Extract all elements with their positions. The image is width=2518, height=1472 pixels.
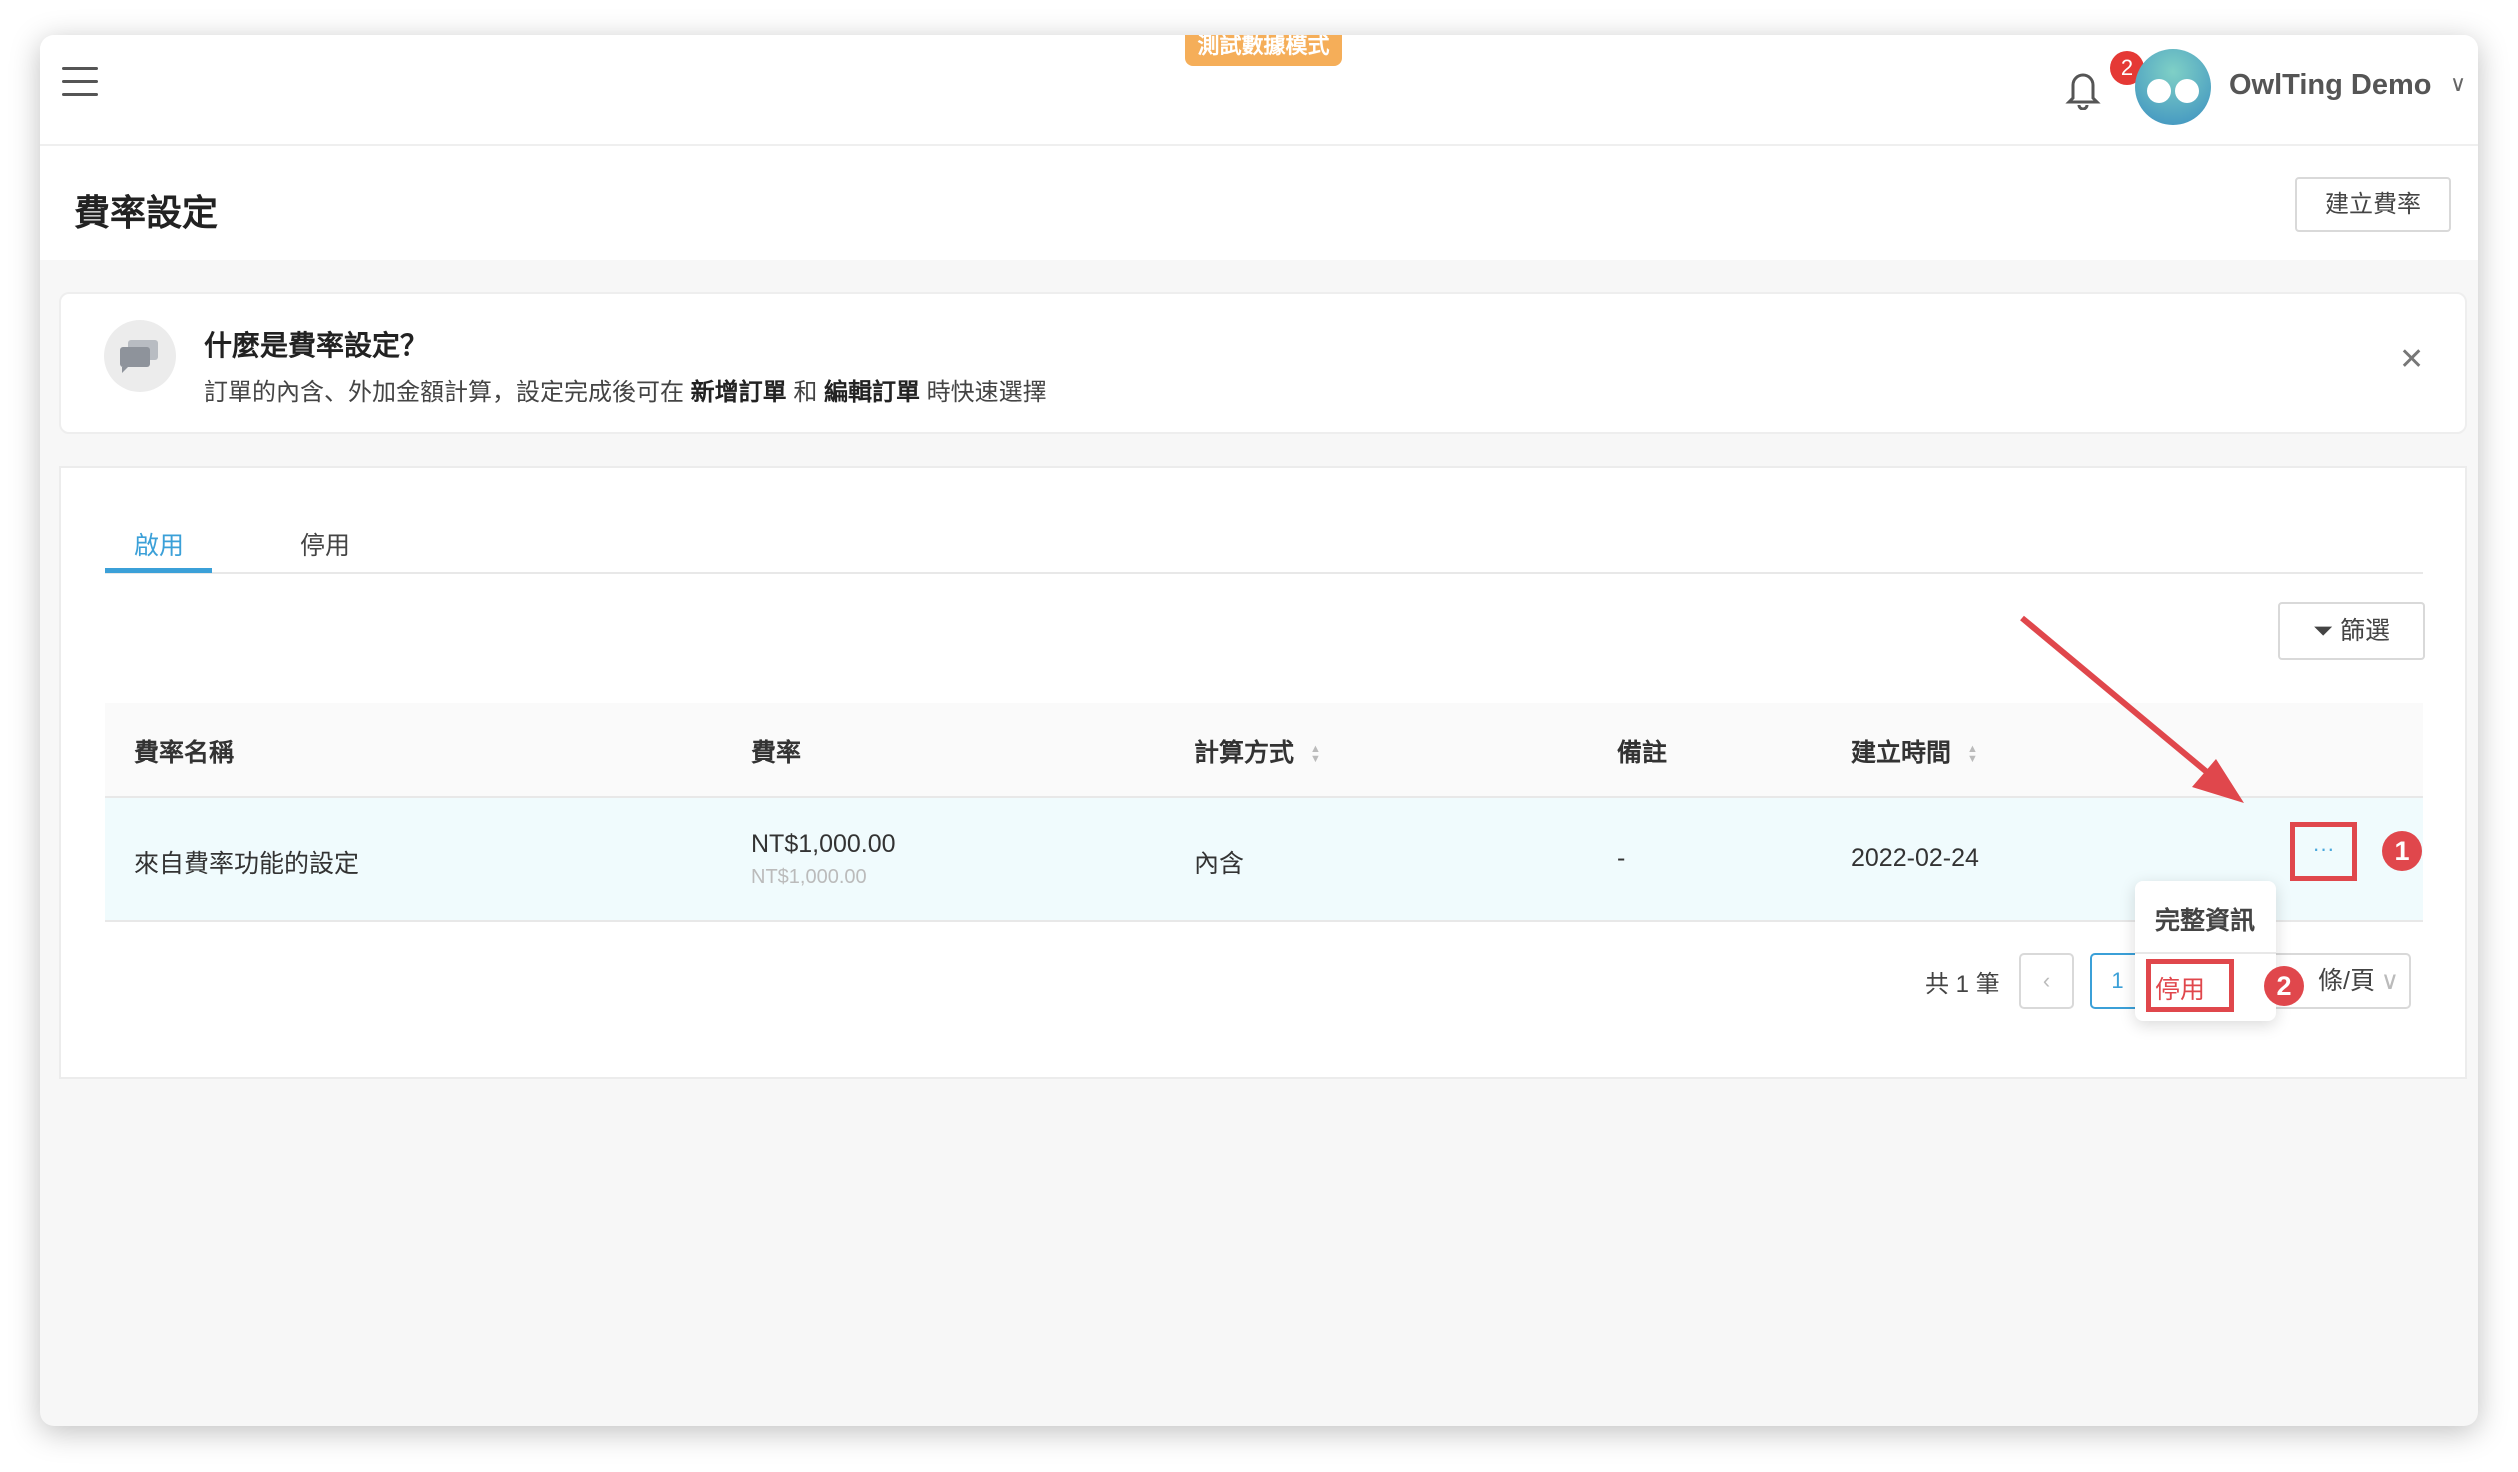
rates-card: 啟用 停用 ⏷ 篩選 費率名稱 費率 計算方式 ▲ ▼ 備註 建立時間 ▲ ▼ 來自費率… bbox=[59, 466, 2467, 1079]
chevron-down-icon: ∨ bbox=[2380, 967, 2399, 995]
avatar[interactable] bbox=[2135, 49, 2211, 125]
info-banner: 什麼是費率設定？ 訂單的內含、外加金額計算，設定完成後可在 新增訂單 和 編輯訂… bbox=[59, 292, 2467, 434]
top-header: 測試數據模式 2 OwlTing Demo ∨ bbox=[40, 35, 2478, 146]
page-size-label: 條/頁 bbox=[2318, 967, 2375, 995]
active-tab-indicator bbox=[105, 568, 212, 573]
rate-sub-value: NT$1,000.00 bbox=[751, 866, 867, 888]
column-header-note: 備註 bbox=[1617, 739, 1668, 767]
user-name[interactable]: OwlTing Demo bbox=[2229, 69, 2431, 102]
app-window: 測試數據模式 2 OwlTing Demo ∨ 費率設定 建立費率 什麼是費率設… bbox=[40, 35, 2478, 1426]
rate-name: 來自費率功能的設定 bbox=[134, 850, 360, 878]
created-date: 2022-02-24 bbox=[1851, 844, 1979, 872]
menu-item-full-info[interactable]: 完整資訊 bbox=[2155, 901, 2255, 937]
filter-button[interactable]: ⏷ 篩選 bbox=[2278, 602, 2425, 660]
tab-disabled[interactable]: 停用 bbox=[300, 526, 350, 562]
hamburger-menu-icon[interactable] bbox=[62, 67, 98, 97]
close-icon[interactable]: ✕ bbox=[2399, 342, 2424, 377]
tab-divider bbox=[105, 572, 2423, 574]
info-title: 什麼是費率設定？ bbox=[204, 330, 429, 361]
column-label: 建立時間 bbox=[1851, 739, 1952, 767]
desc-text: 和 bbox=[786, 379, 825, 406]
more-actions-button[interactable]: ··· bbox=[2290, 822, 2357, 881]
title-bar: 費率設定 建立費率 bbox=[40, 146, 2478, 260]
row-action-menu: 完整資訊 停用 bbox=[2135, 881, 2276, 1021]
calc-method: 內含 bbox=[1194, 850, 1245, 878]
desc-bold: 新增訂單 bbox=[690, 379, 787, 406]
prev-page-button[interactable]: ‹ bbox=[2019, 953, 2074, 1009]
menu-divider bbox=[2135, 952, 2276, 954]
menu-item-disable[interactable]: 停用 bbox=[2146, 959, 2234, 1012]
column-header-rate: 費率 bbox=[751, 739, 802, 767]
note: - bbox=[1617, 844, 1626, 872]
step-1-marker: 1 bbox=[2382, 831, 2422, 871]
desc-text: 訂單的內含、外加金額計算，設定完成後可在 bbox=[204, 379, 691, 406]
step-2-marker: 2 bbox=[2264, 966, 2304, 1006]
filter-icon: ⏷ bbox=[2313, 617, 2334, 645]
desc-bold: 編輯訂單 bbox=[824, 379, 921, 406]
sort-icon[interactable]: ▲ ▼ bbox=[1310, 744, 1321, 765]
tab-enabled[interactable]: 啟用 bbox=[134, 526, 184, 562]
column-header-name: 費率名稱 bbox=[134, 739, 235, 767]
table-row: 來自費率功能的設定 NT$1,000.00 NT$1,000.00 內含 - 2… bbox=[105, 798, 2423, 922]
chevron-down-icon[interactable]: ∨ bbox=[2450, 71, 2466, 97]
create-rate-button[interactable]: 建立費率 bbox=[2295, 177, 2451, 232]
bell-icon[interactable] bbox=[2065, 68, 2101, 110]
rate-value: NT$1,000.00 bbox=[751, 830, 896, 858]
desc-text: 時快速選擇 bbox=[920, 379, 1047, 406]
column-header-method[interactable]: 計算方式 ▲ ▼ bbox=[1194, 733, 1321, 769]
filter-label: 篩選 bbox=[2339, 617, 2390, 645]
column-header-created[interactable]: 建立時間 ▲ ▼ bbox=[1851, 733, 1978, 769]
test-mode-badge: 測試數據模式 bbox=[1185, 35, 1342, 66]
info-description: 訂單的內含、外加金額計算，設定完成後可在 新增訂單 和 編輯訂單 時快速選擇 bbox=[204, 372, 1047, 407]
chat-bubble-icon bbox=[104, 320, 176, 392]
column-label: 計算方式 bbox=[1194, 739, 1295, 767]
table-header: 費率名稱 費率 計算方式 ▲ ▼ 備註 建立時間 ▲ ▼ bbox=[105, 703, 2423, 798]
sort-icon[interactable]: ▲ ▼ bbox=[1967, 744, 1978, 765]
total-count: 共 1 筆 bbox=[1925, 971, 2000, 998]
page-title: 費率設定 bbox=[74, 192, 219, 233]
